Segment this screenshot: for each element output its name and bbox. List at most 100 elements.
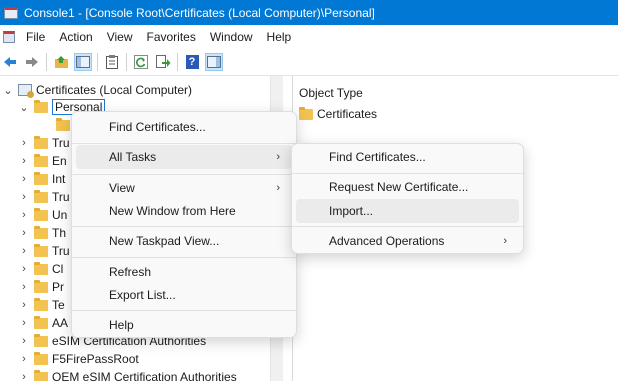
folder-icon <box>34 99 48 113</box>
help-glyph: ? <box>185 55 199 69</box>
folder-icon <box>34 135 48 149</box>
chevron-right-icon[interactable]: › <box>18 317 30 329</box>
submenu-item-request-new-certificate[interactable]: Request New Certificate... <box>296 175 519 199</box>
console-menu-icon[interactable] <box>3 31 15 43</box>
context-menu: Find Certificates... All Tasks › View › … <box>71 111 297 338</box>
tree-node[interactable]: › Tru <box>18 242 70 260</box>
tree-node[interactable]: › Cl <box>18 260 63 278</box>
toolbar: ? <box>0 49 618 75</box>
chevron-right-icon[interactable]: › <box>18 245 30 257</box>
chevron-right-icon[interactable]: › <box>18 281 30 293</box>
tree-node[interactable]: › F5FirePassRoot <box>18 350 139 368</box>
up-folder-icon[interactable] <box>52 53 70 71</box>
toolbar-separator <box>46 53 47 71</box>
folder-icon <box>299 106 313 120</box>
chevron-right-icon[interactable]: › <box>18 173 30 185</box>
tree-node-label: Un <box>52 208 68 222</box>
menu-separator <box>292 226 523 227</box>
export-list-icon[interactable] <box>154 53 172 71</box>
menu-action[interactable]: Action <box>52 25 99 49</box>
folder-icon <box>34 351 48 365</box>
tree-node-label: Tru <box>52 136 70 150</box>
tree-node[interactable]: › AA <box>18 314 68 332</box>
tree-node[interactable]: › Int <box>18 170 65 188</box>
chevron-right-icon[interactable]: › <box>18 299 30 311</box>
menu-item-new-taskpad-view[interactable]: New Taskpad View... <box>76 229 292 253</box>
mmc-app-icon <box>4 6 18 19</box>
toolbar-separator <box>97 53 98 71</box>
toolbar-separator <box>126 53 127 71</box>
menu-item-find-certificates[interactable]: Find Certificates... <box>76 115 292 139</box>
tree-node-label: Int <box>52 172 66 186</box>
column-header-object-type[interactable]: Object Type <box>299 86 363 100</box>
back-arrow-icon[interactable] <box>1 53 19 71</box>
menu-separator <box>72 174 296 175</box>
tree-node[interactable]: › Th <box>18 224 66 242</box>
folder-icon <box>34 243 48 257</box>
menu-bar: File Action View Favorites Window Help <box>0 25 618 49</box>
submenu-item-find-certificates[interactable]: Find Certificates... <box>296 145 519 169</box>
folder-icon <box>34 297 48 311</box>
folder-icon <box>34 225 48 239</box>
tree-node-label: AA <box>52 316 69 330</box>
tree-node[interactable]: › Te <box>18 296 65 314</box>
menu-item-all-tasks[interactable]: All Tasks › <box>76 145 292 169</box>
chevron-right-icon[interactable]: › <box>18 209 30 221</box>
chevron-right-icon[interactable]: › <box>18 155 30 167</box>
menu-favorites[interactable]: Favorites <box>140 25 203 49</box>
menu-file[interactable]: File <box>19 25 52 49</box>
chevron-right-icon[interactable]: › <box>18 335 30 347</box>
menu-window[interactable]: Window <box>203 25 260 49</box>
menu-item-export-list[interactable]: Export List... <box>76 283 292 307</box>
help-icon[interactable]: ? <box>183 53 201 71</box>
tree-node[interactable]: › Tru <box>18 188 70 206</box>
menu-separator <box>72 226 296 227</box>
menu-separator <box>72 143 296 144</box>
show-hide-tree-icon[interactable] <box>74 53 92 71</box>
chevron-right-icon[interactable]: › <box>18 371 30 381</box>
tree-node-label: Tru <box>52 190 70 204</box>
window-title: Console1 - [Console Root\Certificates (L… <box>24 5 375 20</box>
menu-item-view[interactable]: View › <box>76 176 292 200</box>
tree-node-label: Pr <box>52 280 64 294</box>
chevron-down-icon[interactable]: ⌄ <box>18 101 30 114</box>
chevron-right-icon[interactable]: › <box>18 137 30 149</box>
tree-node-certificates[interactable] <box>40 116 74 134</box>
refresh-icon[interactable] <box>132 53 150 71</box>
tree-node-label: OEM eSIM Certification Authorities <box>52 370 237 381</box>
chevron-right-icon: › <box>276 182 280 194</box>
chevron-right-icon[interactable]: › <box>18 191 30 203</box>
folder-icon <box>56 117 70 131</box>
folder-icon <box>34 153 48 167</box>
list-item-certificates[interactable]: Certificates <box>297 106 378 121</box>
chevron-right-icon[interactable]: › <box>18 263 30 275</box>
tree-node-label: Th <box>52 226 67 240</box>
menu-separator <box>72 310 296 311</box>
folder-icon <box>34 315 48 329</box>
tree-node[interactable]: › En <box>18 152 67 170</box>
tree-node[interactable]: › Tru <box>18 134 70 152</box>
folder-icon <box>34 189 48 203</box>
tree-node[interactable]: › Un <box>18 206 67 224</box>
chevron-right-icon[interactable]: › <box>18 353 30 365</box>
all-tasks-submenu: Find Certificates... Request New Certifi… <box>291 143 524 254</box>
tree-node-root[interactable]: ⌄ Certificates (Local Computer) <box>2 81 192 99</box>
menu-item-help[interactable]: Help <box>76 313 292 337</box>
tree-node[interactable]: › Pr <box>18 278 64 296</box>
properties-icon[interactable] <box>103 53 121 71</box>
chevron-down-icon[interactable]: ⌄ <box>2 84 14 97</box>
submenu-item-advanced-operations[interactable]: Advanced Operations › <box>296 229 519 253</box>
list-item-label: Certificates <box>317 107 378 121</box>
menu-item-refresh[interactable]: Refresh <box>76 260 292 284</box>
tree-node-label: Te <box>52 298 65 312</box>
menu-help[interactable]: Help <box>260 25 299 49</box>
toolbar-separator <box>177 53 178 71</box>
menu-item-new-window[interactable]: New Window from Here <box>76 199 292 223</box>
menu-view[interactable]: View <box>100 25 140 49</box>
tree-node-label: Tru <box>52 244 70 258</box>
submenu-item-import[interactable]: Import... <box>296 199 519 223</box>
chevron-right-icon[interactable]: › <box>18 227 30 239</box>
tree-node[interactable]: › OEM eSIM Certification Authorities <box>18 368 237 381</box>
forward-arrow-icon[interactable] <box>23 53 41 71</box>
show-action-pane-icon[interactable] <box>205 53 223 71</box>
